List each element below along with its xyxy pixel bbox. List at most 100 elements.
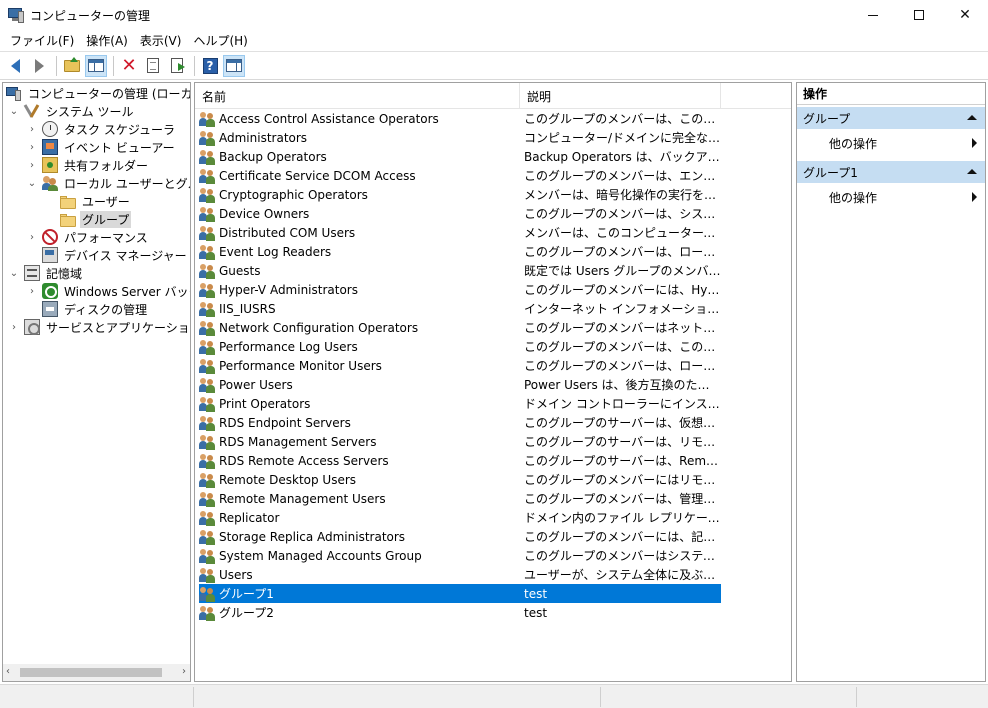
- group-name: Remote Management Users: [219, 491, 386, 506]
- maximize-button[interactable]: [896, 0, 942, 30]
- actions-title: 操作: [797, 83, 985, 105]
- group-name: IIS_IUSRS: [219, 301, 276, 316]
- list-item[interactable]: Access Control Assistance Operators このグルー…: [199, 109, 721, 128]
- list-item[interactable]: Remote Management Users このグループのメンバーは、管理プロ…: [199, 489, 721, 508]
- expand-chevron-icon[interactable]: ›: [8, 322, 20, 333]
- tree-item-groups[interactable]: グループ: [60, 210, 132, 228]
- list-item[interactable]: Certificate Service DCOM Access このグループのメン…: [199, 166, 721, 185]
- tree-item-local-users-groups[interactable]: ⌄ ローカル ユーザーとグループ: [26, 174, 190, 192]
- menu-file[interactable]: ファイル(F): [4, 32, 80, 49]
- tree-horizontal-scrollbar[interactable]: ‹ ›: [3, 664, 190, 681]
- list-item[interactable]: RDS Remote Access Servers このグループのサーバーは、Re…: [199, 451, 721, 470]
- back-arrow-icon: [10, 58, 20, 73]
- services-icon: [24, 319, 40, 335]
- list-item[interactable]: RDS Endpoint Servers このグループのサーバーは、仮想マシンを.…: [199, 413, 721, 432]
- action-more-actions-groups[interactable]: 他の操作: [797, 133, 985, 153]
- list-item[interactable]: グループ1 test: [199, 584, 721, 603]
- submenu-arrow-icon: [972, 192, 977, 202]
- actions-section-groups[interactable]: グループ: [797, 107, 985, 129]
- list-item[interactable]: RDS Management Servers このグループのサーバーは、リモート …: [199, 432, 721, 451]
- close-button[interactable]: ✕: [942, 0, 988, 30]
- collapse-up-icon[interactable]: [967, 115, 977, 120]
- collapse-up-icon[interactable]: [967, 169, 977, 174]
- group-icon: [199, 586, 215, 602]
- delete-button[interactable]: ✕: [118, 55, 140, 77]
- group-icon: [199, 206, 215, 222]
- tree-item-disk-management[interactable]: ディスクの管理: [42, 300, 149, 318]
- list-item[interactable]: Remote Desktop Users このグループのメンバーにはリモートからロ…: [199, 470, 721, 489]
- list-item[interactable]: Storage Replica Administrators このグループのメンバ…: [199, 527, 721, 546]
- expand-chevron-icon[interactable]: ›: [26, 142, 38, 153]
- list-item[interactable]: Backup Operators Backup Operators は、バックアッ…: [199, 147, 721, 166]
- list-item[interactable]: IIS_IUSRS インターネット インフォメーション サービス...: [199, 299, 721, 318]
- group-name: Replicator: [219, 510, 280, 525]
- show-hide-tree-button[interactable]: [85, 54, 107, 77]
- expand-chevron-icon[interactable]: ›: [26, 160, 38, 171]
- tree-item-task-scheduler[interactable]: › タスク スケジューラ: [26, 120, 177, 138]
- group-description: このグループのメンバーはシステムで管...: [524, 549, 721, 563]
- column-header-description[interactable]: 説明: [520, 83, 721, 109]
- status-segment: [193, 687, 194, 707]
- help-button[interactable]: ?: [199, 55, 221, 77]
- collapse-chevron-icon[interactable]: ⌄: [26, 178, 38, 189]
- group-description: このグループのメンバーにはリモートからロ...: [524, 473, 721, 487]
- list-item[interactable]: Cryptographic Operators メンバーは、暗号化操作の実行を許.…: [199, 185, 721, 204]
- tree-item-performance[interactable]: › パフォーマンス: [26, 228, 150, 246]
- column-header-name[interactable]: 名前: [195, 83, 520, 109]
- forward-button[interactable]: [28, 55, 50, 77]
- expand-chevron-icon[interactable]: ›: [26, 124, 38, 135]
- list-item[interactable]: System Managed Accounts Group このグループのメンバー…: [199, 546, 721, 565]
- status-segment: [856, 687, 857, 707]
- list-item[interactable]: グループ2 test: [199, 603, 721, 622]
- tree-item-root[interactable]: コンピューターの管理 (ローカル): [6, 84, 190, 102]
- up-folder-icon: [64, 56, 80, 72]
- group-icon: [199, 491, 215, 507]
- scroll-left-icon[interactable]: ‹: [6, 666, 10, 677]
- group-icon: [199, 130, 215, 146]
- list-item[interactable]: Users ユーザーが、システム全体に及ぶ変更を...: [199, 565, 721, 584]
- list-item[interactable]: Network Configuration Operators このグループのメン…: [199, 318, 721, 337]
- back-button[interactable]: [4, 55, 26, 77]
- expand-chevron-icon[interactable]: ›: [26, 232, 38, 243]
- tree-item-shared-folders[interactable]: › 共有フォルダー: [26, 156, 150, 174]
- list-item[interactable]: Event Log Readers このグループのメンバーは、ローカル コン...: [199, 242, 721, 261]
- list-item[interactable]: Replicator ドメイン内のファイル レプリケーションを...: [199, 508, 721, 527]
- tree-item-device-manager[interactable]: デバイス マネージャー: [42, 246, 189, 264]
- group-description: test: [524, 605, 548, 620]
- show-hide-action-pane-button[interactable]: [223, 54, 245, 77]
- menu-view[interactable]: 表示(V): [134, 32, 188, 49]
- collapse-chevron-icon[interactable]: ⌄: [8, 268, 20, 279]
- properties-button[interactable]: [142, 55, 164, 77]
- expand-chevron-icon[interactable]: ›: [26, 286, 38, 297]
- tree-item-windows-server-backup[interactable]: › Windows Server バックアップ: [26, 282, 190, 300]
- list-item[interactable]: Performance Log Users このグループのメンバーは、このコンピュ…: [199, 337, 721, 356]
- list-item[interactable]: Device Owners このグループのメンバーは、システム全体...: [199, 204, 721, 223]
- list-item[interactable]: Hyper-V Administrators このグループのメンバーには、Hype…: [199, 280, 721, 299]
- tree-item-services-apps[interactable]: › サービスとアプリケーション: [8, 318, 190, 336]
- menu-action[interactable]: 操作(A): [80, 32, 134, 49]
- group-name: Network Configuration Operators: [219, 320, 419, 335]
- group-name: Hyper-V Administrators: [219, 282, 358, 297]
- minimize-button[interactable]: [850, 0, 896, 30]
- action-more-actions-group1[interactable]: 他の操作: [797, 187, 985, 207]
- menu-help[interactable]: ヘルプ(H): [187, 32, 253, 49]
- list-item[interactable]: Print Operators ドメイン コントローラーにインストールされ...: [199, 394, 721, 413]
- tree-item-storage[interactable]: ⌄ 記憶域: [8, 264, 84, 282]
- list-item[interactable]: Power Users Power Users は、後方互換のための...: [199, 375, 721, 394]
- scrollbar-thumb[interactable]: [20, 668, 162, 677]
- up-button[interactable]: [61, 55, 83, 77]
- list-item[interactable]: Performance Monitor Users このグループのメンバーは、ロー…: [199, 356, 721, 375]
- group-icon: [199, 415, 215, 431]
- export-list-button[interactable]: [166, 55, 188, 77]
- scroll-right-icon[interactable]: ›: [182, 666, 186, 677]
- tree-item-event-viewer[interactable]: › イベント ビューアー: [26, 138, 177, 156]
- tree-item-users[interactable]: ユーザー: [60, 192, 132, 210]
- collapse-chevron-icon[interactable]: ⌄: [8, 106, 20, 117]
- actions-section-group1[interactable]: グループ1: [797, 161, 985, 183]
- group-icon: [199, 187, 215, 203]
- group-icon: [199, 605, 215, 621]
- list-item[interactable]: Distributed COM Users メンバーは、このコンピューターで分散 …: [199, 223, 721, 242]
- list-item[interactable]: Guests 既定では Users グループのメンバーと...: [199, 261, 721, 280]
- list-item[interactable]: Administrators コンピューター/ドメインに完全なアクセス...: [199, 128, 721, 147]
- tree-item-system-tools[interactable]: ⌄ システム ツール: [8, 102, 135, 120]
